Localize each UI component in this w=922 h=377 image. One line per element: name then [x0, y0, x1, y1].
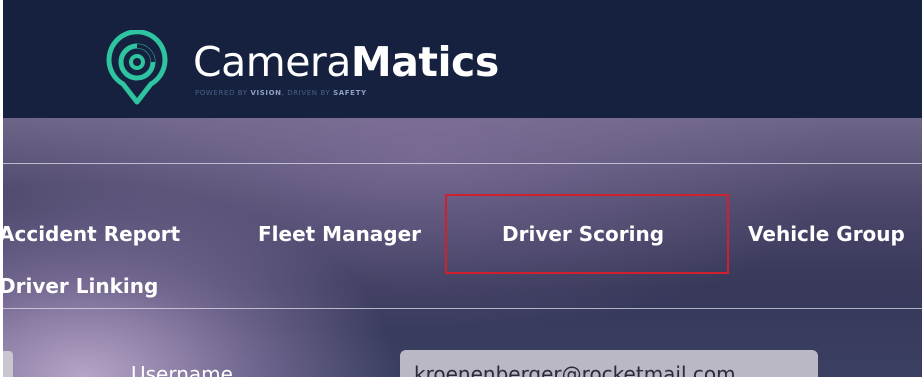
username-input[interactable]: kroenenberger@rocketmail.com	[400, 350, 818, 377]
brand-tagline: POWERED BY VISION, DRIVEN BY SAFETY	[195, 89, 367, 97]
nav-item-driver-scoring[interactable]: Driver Scoring	[502, 222, 664, 246]
tagline-vision: VISION	[250, 89, 282, 97]
main-panel: Accident Report Fleet Manager Driver Sco…	[3, 118, 922, 377]
brand-name-bold: Matics	[350, 38, 499, 86]
tagline-safety: SAFETY	[333, 89, 367, 97]
app-frame: CameraMatics POWERED BY VISION, DRIVEN B…	[3, 0, 922, 377]
tagline-part: , DRIVEN BY	[281, 89, 334, 97]
left-field-edge[interactable]	[3, 351, 13, 377]
divider	[3, 163, 922, 164]
camera-lens-location-pin-icon	[106, 30, 168, 105]
username-label: Username	[131, 362, 233, 377]
nav-item-driver-linking[interactable]: Driver Linking	[3, 274, 158, 298]
brand-name-light: Camera	[193, 38, 351, 86]
nav-item-vehicle-group[interactable]: Vehicle Group	[748, 222, 905, 246]
header-bar: CameraMatics POWERED BY VISION, DRIVEN B…	[3, 0, 922, 118]
divider	[3, 308, 922, 309]
brand-name: CameraMatics	[193, 38, 499, 86]
nav-item-accident-report[interactable]: Accident Report	[3, 222, 180, 246]
tagline-part: POWERED BY	[195, 89, 251, 97]
nav-item-fleet-manager[interactable]: Fleet Manager	[258, 222, 421, 246]
